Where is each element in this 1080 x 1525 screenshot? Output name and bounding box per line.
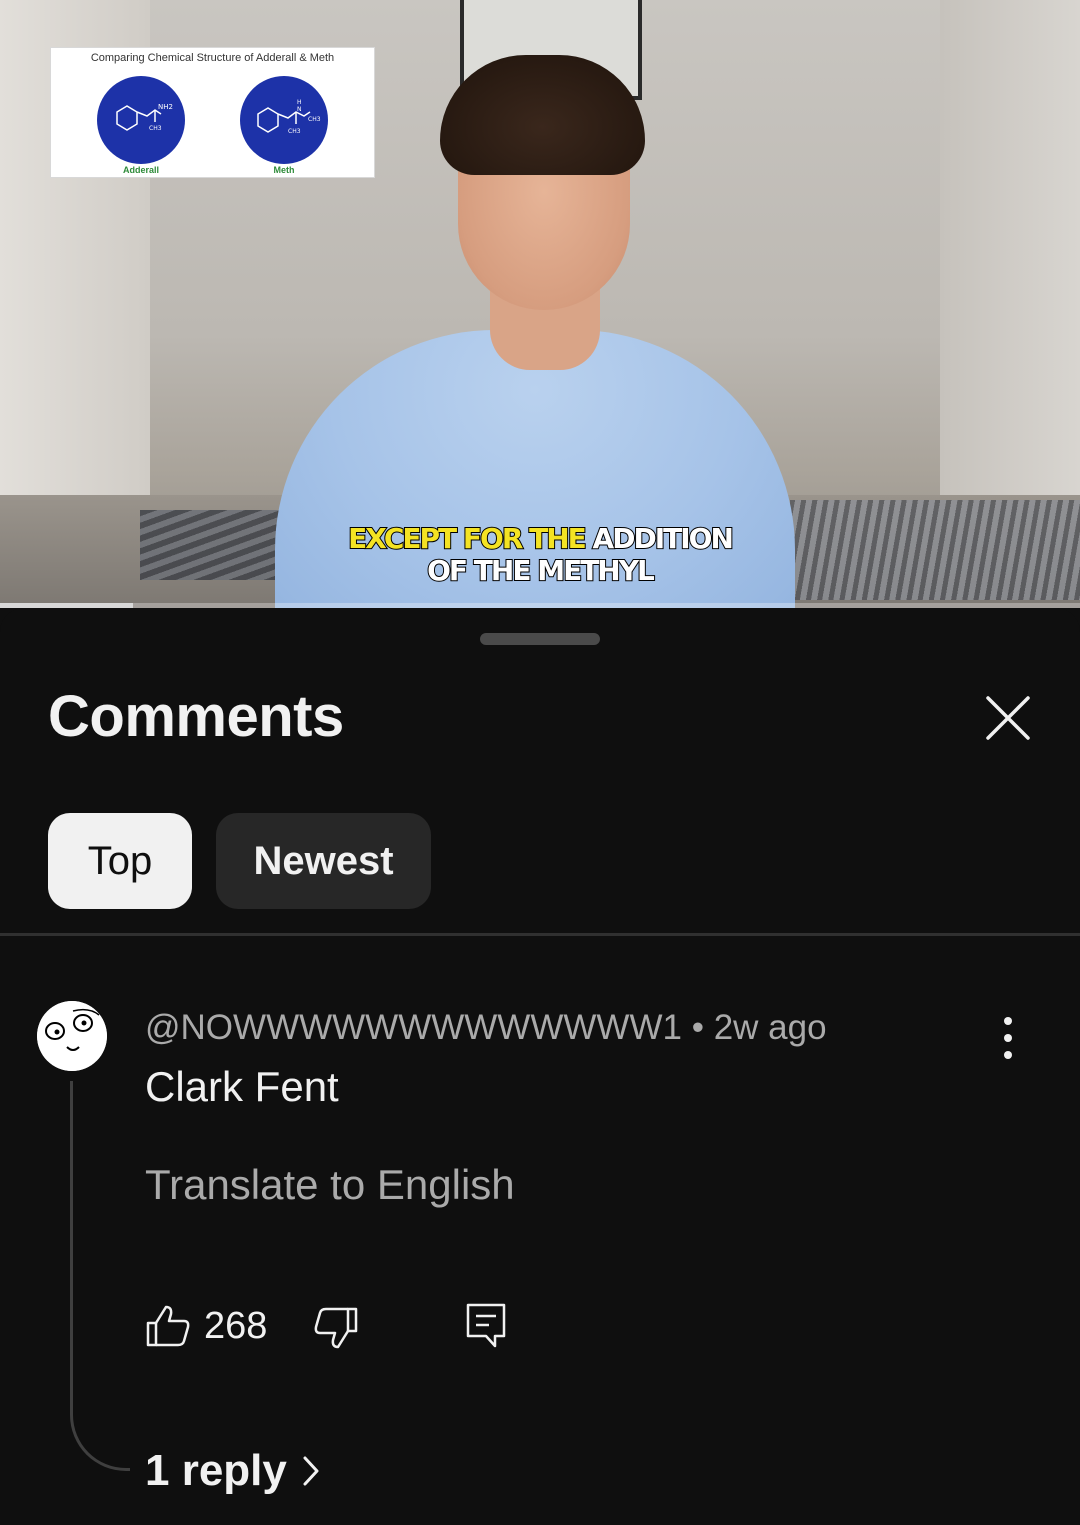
thumbs-down-icon xyxy=(314,1307,358,1349)
caption-line2: OF THE METHYL xyxy=(426,554,656,588)
close-button[interactable] xyxy=(978,688,1038,748)
replies-count: 1 reply xyxy=(145,1446,287,1495)
chevron-right-icon xyxy=(303,1456,319,1486)
video-caption: EXCEPT FOR THE ADDITION OF THE METHYL xyxy=(0,522,1080,588)
meth-group-2: N xyxy=(297,106,302,113)
dislike-button[interactable] xyxy=(313,1305,359,1351)
adderall-group-2: CH3 xyxy=(149,125,162,132)
meth-group-1: H xyxy=(297,99,302,106)
meth-label: Meth xyxy=(273,165,295,175)
divider xyxy=(0,933,1080,936)
sheet-title: Comments xyxy=(48,684,344,749)
adderall-molecule-icon: NH2 CH3 xyxy=(97,76,185,164)
comment-author[interactable]: @NOWWWWWWWWWWWWW1 xyxy=(145,1008,682,1047)
video-player[interactable]: Comparing Chemical Structure of Adderall… xyxy=(0,0,1080,608)
comment-meta: @NOWWWWWWWWWWWWW1 • 2w ago xyxy=(145,1008,827,1048)
comment-time: 2w ago xyxy=(713,1008,827,1047)
view-replies-button[interactable]: 1 reply xyxy=(145,1446,321,1496)
meth-group-3: CH3 xyxy=(308,116,321,123)
caption-line1-rest: ADDITION xyxy=(592,522,735,556)
thumbs-up-icon xyxy=(146,1305,190,1347)
avatar[interactable] xyxy=(37,1001,107,1071)
sheet-drag-handle[interactable] xyxy=(480,633,600,645)
close-icon xyxy=(986,696,1030,740)
adderall-label: Adderall xyxy=(122,165,159,175)
caption-highlight: EXCEPT FOR THE xyxy=(347,522,588,556)
overlay-title: Comparing Chemical Structure of Adderall… xyxy=(90,52,335,64)
like-count: 268 xyxy=(204,1305,268,1347)
meta-separator: • xyxy=(691,1008,704,1047)
video-background-wall-right xyxy=(940,0,1080,500)
like-button[interactable] xyxy=(145,1303,191,1349)
sort-chip-top[interactable]: Top xyxy=(48,813,192,909)
reply-button[interactable] xyxy=(465,1302,507,1350)
comment-text: Clark Fent xyxy=(145,1063,339,1110)
comment-reply-icon xyxy=(466,1303,506,1348)
sort-chip-newest[interactable]: Newest xyxy=(216,813,431,909)
chemical-structure-overlay: Comparing Chemical Structure of Adderall… xyxy=(50,47,375,178)
reply-thread-line xyxy=(70,1081,130,1471)
rage-face-avatar-icon xyxy=(37,1001,107,1071)
more-dot-icon xyxy=(1004,1034,1012,1042)
translate-link[interactable]: Translate to English xyxy=(145,1161,515,1209)
adderall-group-1: NH2 xyxy=(158,103,173,111)
comments-sheet: Comments Top Newest @NOWWWWWWWWWWWWW1 • … xyxy=(0,608,1080,1525)
more-dot-icon xyxy=(1004,1051,1012,1059)
comment-more-button[interactable] xyxy=(988,1013,1028,1063)
meth-molecule-icon: H N CH3 CH3 xyxy=(240,76,328,164)
meth-group-4: CH3 xyxy=(288,128,301,135)
more-dot-icon xyxy=(1004,1017,1012,1025)
